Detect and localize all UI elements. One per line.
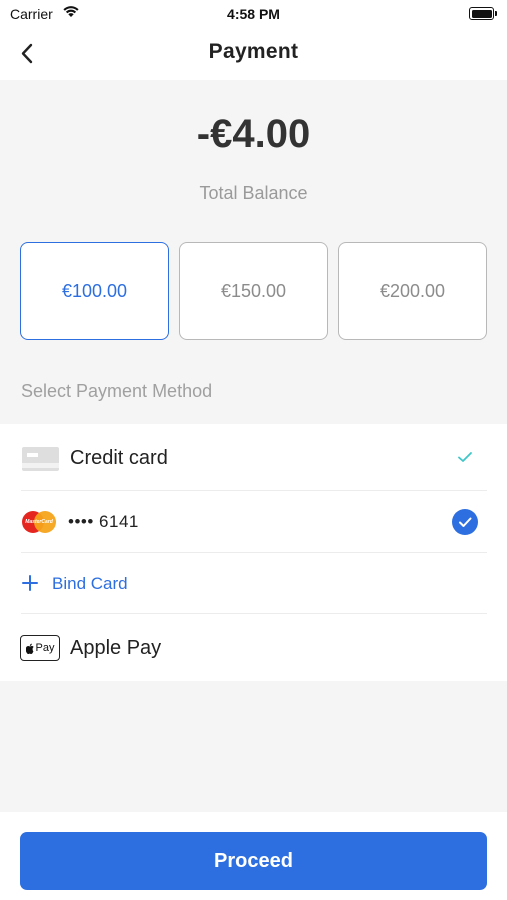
payment-method-list: Credit card MasterCard •••• 6141 Bind Ca… — [0, 424, 507, 681]
battery-icon — [469, 7, 497, 20]
nav-bar: Payment — [0, 28, 507, 80]
masked-card-number: •••• 6141 — [68, 512, 139, 531]
proceed-button[interactable]: Proceed — [20, 832, 487, 890]
credit-card-label: Credit card — [70, 447, 168, 469]
amount-option-200[interactable]: €200.00 — [338, 242, 487, 340]
credit-card-icon — [22, 447, 59, 471]
mastercard-logo-text: MasterCard — [25, 519, 53, 525]
amount-option-150[interactable]: €150.00 — [179, 242, 328, 340]
section-label: Select Payment Method — [21, 381, 213, 401]
page-title: Payment — [208, 40, 299, 63]
amount-option-100[interactable]: €100.00 — [20, 242, 169, 340]
balance-label: Total Balance — [199, 183, 308, 203]
apple-pay-icon: Pay — [20, 635, 60, 661]
mastercard-icon: MasterCard — [22, 511, 56, 533]
plus-icon — [22, 575, 38, 591]
selected-check-icon — [452, 509, 478, 535]
balance-amount: -€4.00 — [196, 112, 311, 156]
apple-pay-badge: Pay — [35, 642, 55, 654]
status-bar: Carrier 4:58 PM — [0, 0, 507, 28]
apple-pay-label: Apple Pay — [70, 637, 162, 659]
bind-card-label: Bind Card — [52, 574, 128, 593]
status-time: 4:58 PM — [227, 6, 280, 22]
bottom-bar: Proceed — [0, 812, 507, 900]
checkmark-icon — [458, 452, 472, 462]
